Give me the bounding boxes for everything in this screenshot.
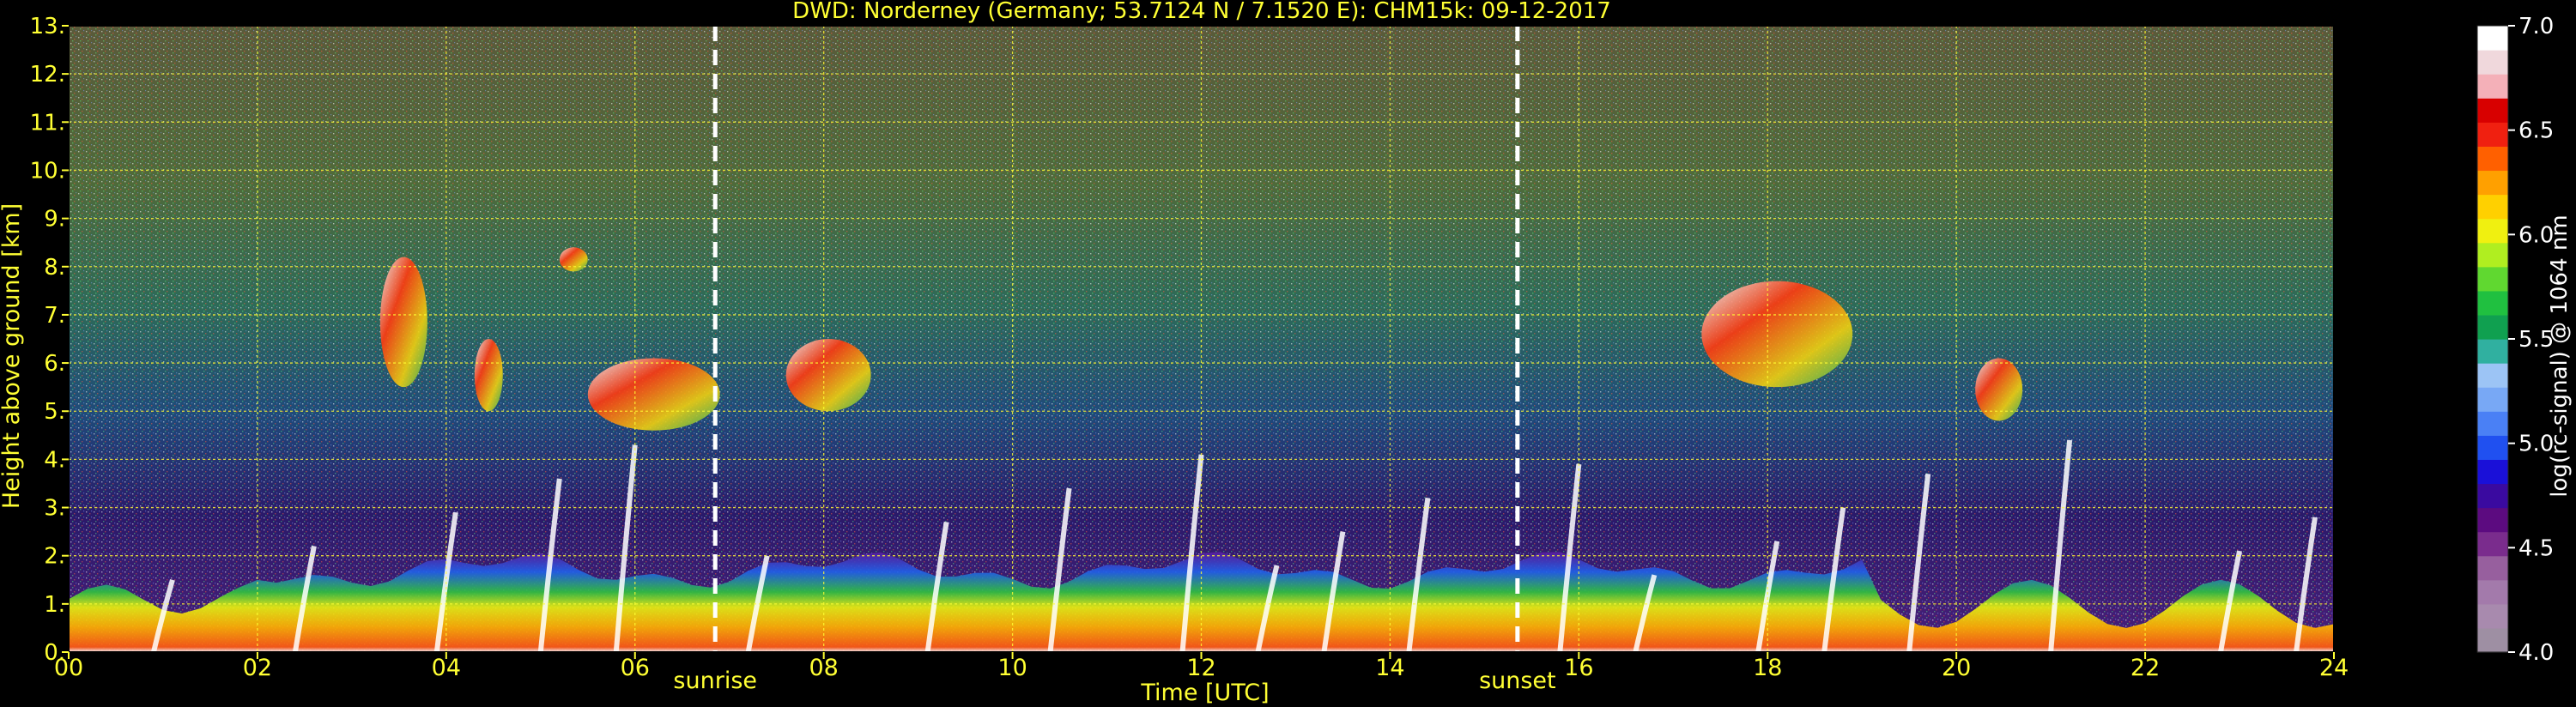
x-tick-label: 24: [2319, 655, 2349, 681]
cloud-patch-1: [474, 339, 503, 412]
y-tick-label: 10.: [30, 158, 65, 184]
colorbar-segment-22: [2477, 98, 2508, 123]
colorbar-segment-25: [2477, 26, 2508, 51]
colorbar-segment-16: [2477, 242, 2508, 268]
colorbar-segment-21: [2477, 122, 2508, 147]
colorbar-label: log(rc-signal) @ 1064 nm: [2547, 215, 2573, 497]
colorbar-segment-0: [2477, 627, 2508, 653]
colorbar-segment-6: [2477, 483, 2508, 509]
colorbar-segment-14: [2477, 290, 2508, 316]
y-tick-label: 6.: [44, 351, 65, 377]
y-tick-label: 13.: [30, 14, 65, 39]
colorbar-segment-18: [2477, 194, 2508, 220]
cloud-patch-4: [785, 339, 871, 412]
y-tick-label: 8.: [44, 255, 65, 281]
colorbar-segment-23: [2477, 74, 2508, 99]
ceilometer-chart: sunrise sunset 00 02 04 06 08 10 12 14 16 18 20 22 24…: [0, 0, 2573, 706]
y-tick-label: 5.: [44, 399, 65, 425]
y-tick-label: 12.: [30, 62, 65, 88]
cloud-patch-3: [587, 358, 720, 431]
colorbar-segment-5: [2477, 507, 2508, 533]
colorbar-segment-8: [2477, 435, 2508, 460]
colorbar-segment-24: [2477, 50, 2508, 75]
colorbar-segment-3: [2477, 555, 2508, 581]
y-tick-label: 0.: [44, 640, 65, 666]
x-tick-label: 14: [1375, 655, 1404, 681]
colorbar-segment-13: [2477, 314, 2508, 340]
x-tick-label: 08: [809, 655, 838, 681]
cloud-patch-2: [559, 247, 588, 272]
colorbar-segment-12: [2477, 339, 2508, 364]
x-tick-label: 20: [1942, 655, 1971, 681]
colorbar-segment-11: [2477, 363, 2508, 388]
y-tick-label: 3.: [44, 496, 65, 522]
colorbar-segment-4: [2477, 531, 2508, 557]
colorbar-tick-label: 7.0: [2518, 14, 2554, 39]
y-tick-label: 11.: [30, 110, 65, 136]
x-tick-label: 12: [1186, 655, 1215, 681]
x-tick-label: 16: [1564, 655, 1593, 681]
colorbar-segment-20: [2477, 146, 2508, 172]
y-tick-label: 4.: [44, 447, 65, 473]
colorbar-segment-17: [2477, 218, 2508, 244]
x-tick-label: 02: [243, 655, 272, 681]
y-tick-label: 9.: [44, 207, 65, 233]
x-tick-label: 04: [432, 655, 461, 681]
colorbar-segment-9: [2477, 411, 2508, 436]
colorbar-segment-7: [2477, 459, 2508, 485]
colorbar-tick-label: 6.5: [2518, 118, 2554, 144]
x-axis-label: Time [UTC]: [1140, 680, 1269, 706]
y-tick-label: 2.: [44, 544, 65, 570]
cloud-patch-6: [1975, 358, 2023, 421]
colorbar-segment-2: [2477, 579, 2508, 605]
y-tick-label: 7.: [44, 303, 65, 329]
x-tick-label: 10: [997, 655, 1027, 681]
colorbar: 4.04.55.05.56.06.57.0: [2476, 14, 2554, 666]
colorbar-segment-10: [2477, 387, 2508, 412]
colorbar-segment-19: [2477, 170, 2508, 196]
cloud-patch-0: [379, 257, 427, 388]
chart-title: DWD: Norderney (Germany; 53.7124 N / 7.1…: [792, 0, 1611, 24]
x-tick-label: 06: [621, 655, 650, 681]
y-tick-label: 1.: [44, 592, 65, 618]
sunrise-label: sunrise: [673, 668, 757, 694]
colorbar-tick-label: 4.0: [2518, 640, 2554, 666]
sunset-label: sunset: [1479, 668, 1556, 694]
x-tick-label: 18: [1753, 655, 1782, 681]
colorbar-segment-1: [2477, 603, 2508, 629]
colorbar-tick-label: 4.5: [2518, 535, 2554, 561]
cloud-patch-5: [1701, 281, 1853, 388]
x-tick-label: 22: [2131, 655, 2160, 681]
y-axis-label: Height above ground [km]: [0, 203, 25, 509]
colorbar-segment-15: [2477, 266, 2508, 292]
